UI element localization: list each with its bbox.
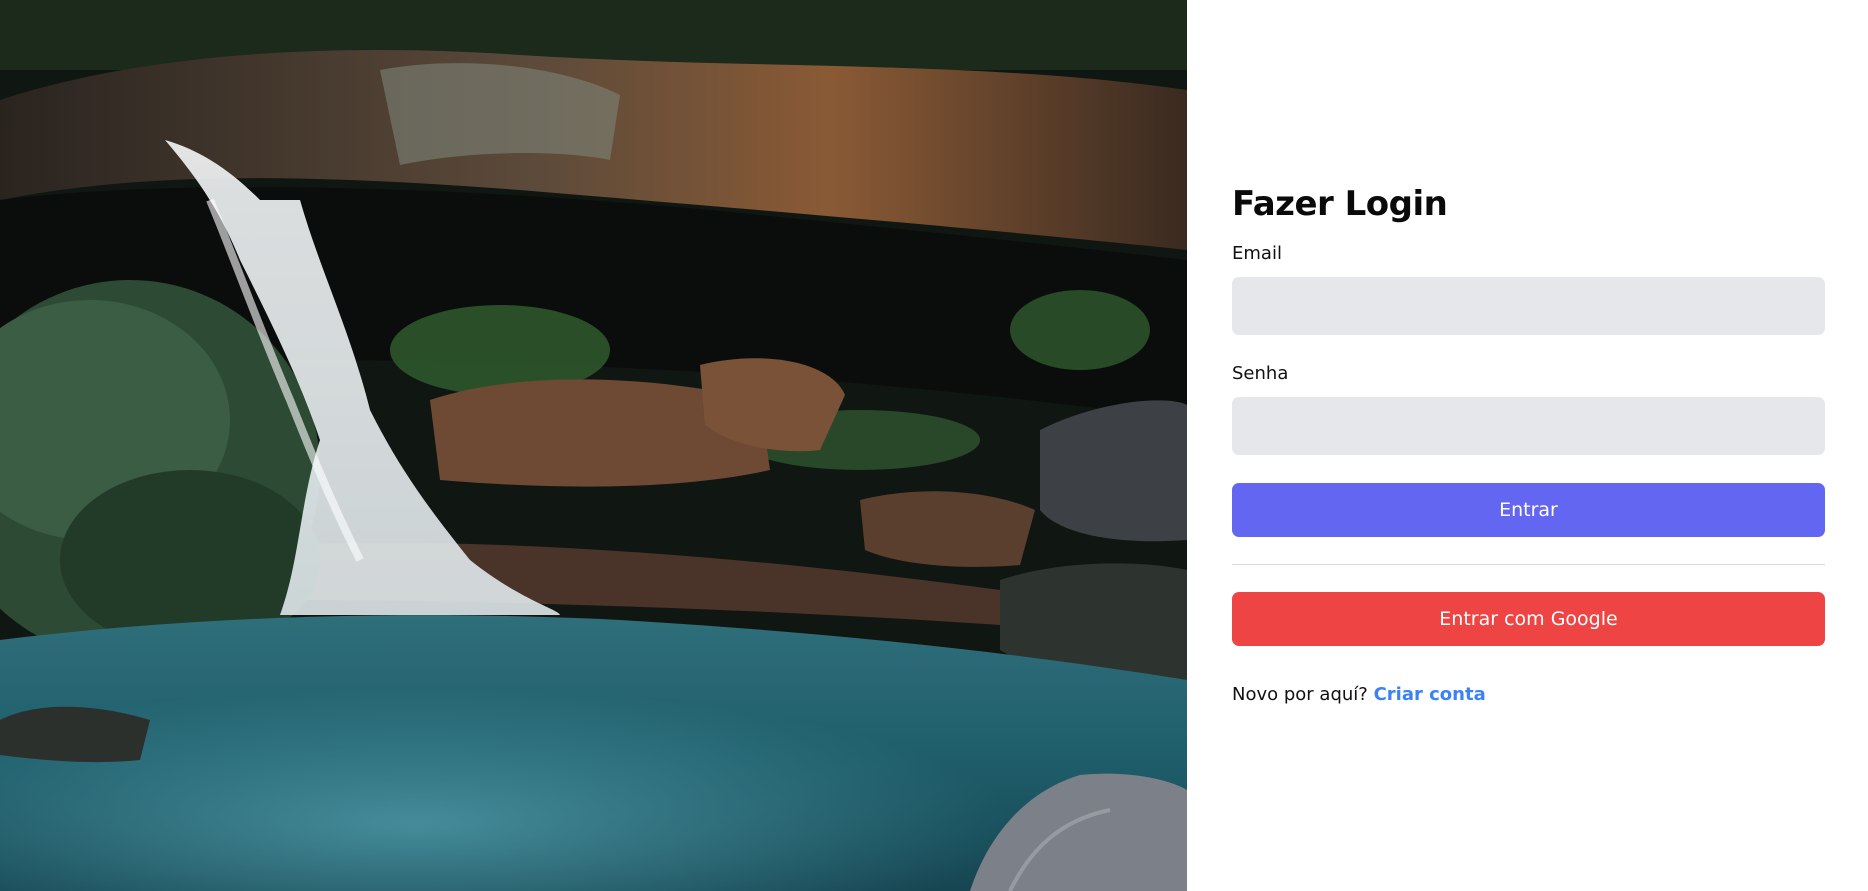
login-panel: Fazer Login Email Senha Entrar Entrar co… xyxy=(1187,0,1868,891)
waterfall-hero-image xyxy=(0,0,1187,891)
login-form: Fazer Login Email Senha Entrar Entrar co… xyxy=(1232,180,1825,707)
signup-prompt: Novo por aquí? Criar conta xyxy=(1232,683,1825,707)
create-account-link[interactable]: Criar conta xyxy=(1374,684,1486,705)
email-label: Email xyxy=(1232,243,1282,264)
login-button[interactable]: Entrar xyxy=(1232,483,1825,537)
page-title: Fazer Login xyxy=(1232,184,1448,224)
waterfall-photo-illustration xyxy=(0,0,1187,891)
password-field[interactable] xyxy=(1232,397,1825,455)
email-field[interactable] xyxy=(1232,277,1825,335)
login-page: Fazer Login Email Senha Entrar Entrar co… xyxy=(0,0,1868,891)
divider xyxy=(1232,564,1825,565)
password-label: Senha xyxy=(1232,363,1289,384)
signup-prompt-text: Novo por aquí? xyxy=(1232,684,1368,705)
google-login-button[interactable]: Entrar com Google xyxy=(1232,592,1825,646)
